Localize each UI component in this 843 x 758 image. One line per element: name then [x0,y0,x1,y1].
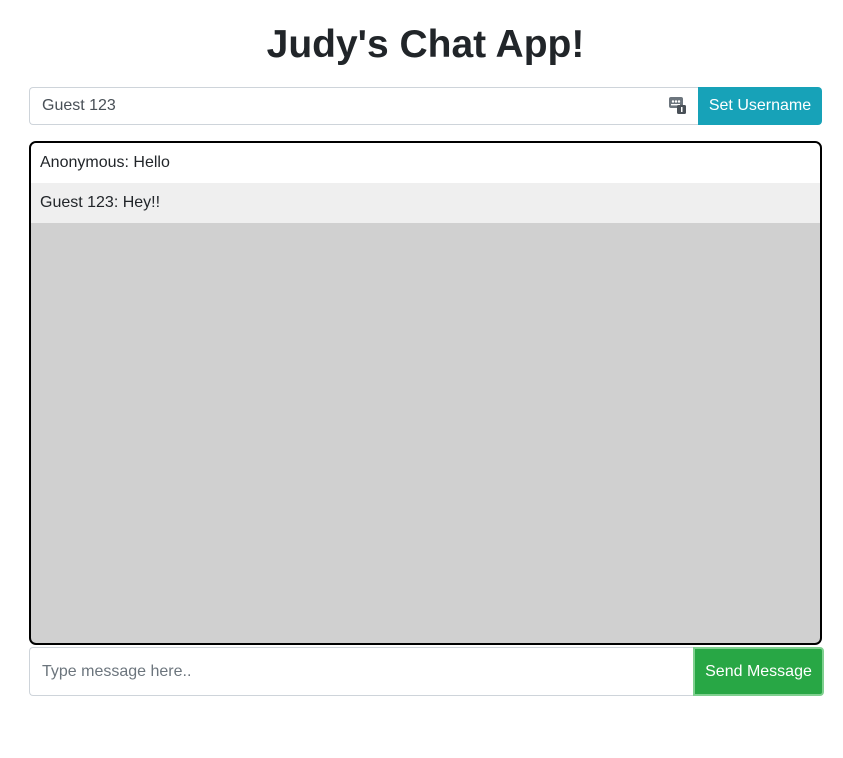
message-input[interactable] [29,647,693,696]
username-input[interactable] [29,87,698,125]
chat-message: Guest 123: Hey!! [31,183,820,223]
chat-messages-box[interactable]: Anonymous: Hello Guest 123: Hey!! [29,141,822,645]
send-message-button[interactable]: Send Message [693,647,824,696]
message-composer: Send Message [29,647,824,696]
username-form: Set Username [29,87,822,125]
username-input-wrapper [29,87,698,125]
chat-message: Anonymous: Hello [31,143,820,183]
contact-card-icon[interactable] [669,97,686,114]
set-username-button[interactable]: Set Username [698,87,822,125]
page-title: Judy's Chat App! [266,23,585,66]
